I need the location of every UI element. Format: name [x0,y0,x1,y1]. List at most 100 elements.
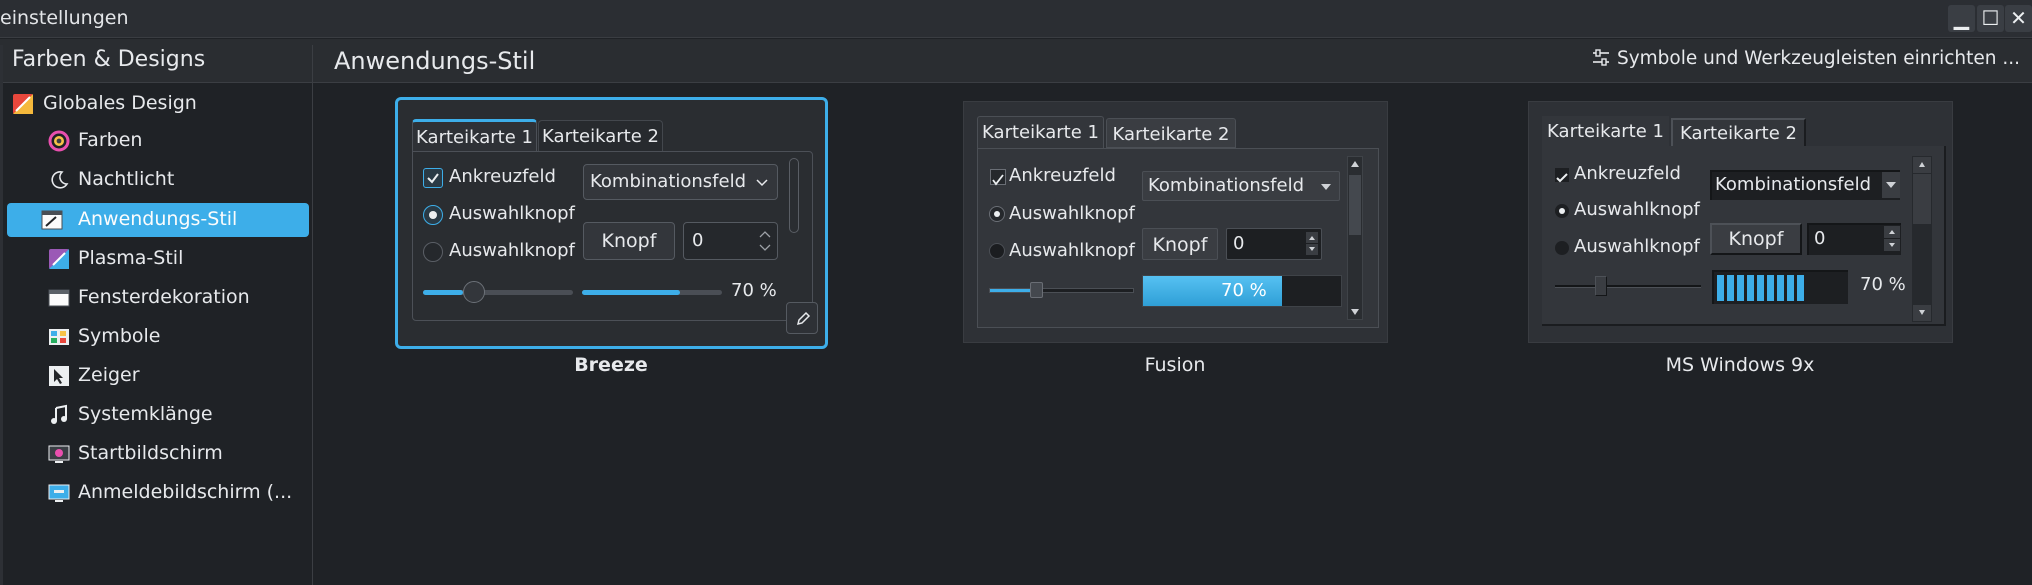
title-bar: einstellungen ▁ ☐ ✕ [0,0,2032,38]
checkbox-label: Ankreuzfeld [449,166,556,187]
sidebar-item-label: Farben [78,129,143,151]
radio-label: Auswahlknopf [1009,203,1135,224]
style-preview-breeze[interactable]: Karteikarte 1 Karteikarte 2 Ankreuzfeld … [395,97,828,349]
sidebar-item-label: Startbildschirm [78,442,223,464]
progress-label: 70 % [1860,274,1906,295]
splash-screen-icon [48,443,70,465]
radio-button-checked[interactable] [423,205,443,225]
checkmark-icon [427,173,439,184]
spin-arrows-icon [1884,226,1900,251]
minimize-button[interactable]: ▁ [1948,5,1975,32]
sidebar-item-label: Globales Design [43,92,197,114]
configure-icons-toolbars-button[interactable]: Symbole und Werkzeugleisten einrichten .… [1591,48,2020,69]
progress-label: 70 % [1221,280,1267,301]
tab-2[interactable]: Karteikarte 2 [1671,118,1806,146]
tab-1[interactable]: Karteikarte 1 [412,119,537,151]
header-bar: Farben & Designs Anwendungs-Stil Symbole… [0,39,2032,83]
configure-button-label: Symbole und Werkzeugleisten einrichten .… [1616,48,2020,69]
checkmark-icon [992,174,1004,186]
sidebar-item-cursor[interactable]: Zeiger [7,359,309,393]
slider[interactable] [989,282,1134,298]
slider-handle[interactable] [1595,276,1607,296]
combo-box-arrow [1882,172,1900,198]
slider-handle[interactable] [463,281,485,303]
combo-box[interactable]: Kombinationsfeld [583,164,778,200]
radio-button[interactable] [1555,241,1569,255]
tab-1[interactable]: Karteikarte 1 [977,116,1104,148]
scrollbar[interactable] [1912,156,1932,322]
sidebar-item-night-light[interactable]: Nachtlicht [7,163,309,197]
spin-box-value: 0 [1814,228,1826,249]
tab-2[interactable]: Karteikarte 2 [538,120,663,152]
sidebar-item-label: Zeiger [78,364,140,386]
push-button[interactable]: Knopf [1142,228,1218,260]
colors-icon [48,130,70,152]
radio-button-checked[interactable] [1555,204,1569,218]
icons-icon [48,326,70,348]
slider-fill [990,289,1030,292]
combo-box[interactable]: Kombinationsfeld [1142,171,1340,201]
progress-segment [1787,275,1794,301]
spin-box-value: 0 [1233,233,1245,254]
edit-style-button[interactable] [786,302,818,334]
style-preview-ms-windows-9x[interactable]: Karteikarte 1 Karteikarte 2 Ankreuzfeld … [1528,101,1953,343]
window-title: einstellungen [0,7,129,29]
scrollbar[interactable] [789,158,799,233]
checkmark-icon [1556,173,1568,183]
checkbox-label: Ankreuzfeld [1574,163,1681,184]
sidebar-item-icons[interactable]: Symbole [7,320,309,354]
spin-box-value: 0 [692,230,704,251]
sidebar-item-label: Plasma-Stil [78,247,184,269]
slider[interactable] [423,281,573,303]
checkbox[interactable] [1555,168,1569,183]
spin-box[interactable]: 0 [683,222,778,260]
night-light-icon [48,169,70,191]
sidebar-item-label: Systemklänge [78,403,213,425]
push-button[interactable]: Knopf [583,222,675,260]
sidebar-item-label: Symbole [78,325,161,347]
spin-box[interactable]: 0 [1807,223,1901,255]
radio-button[interactable] [989,243,1005,259]
progress-segment [1777,275,1784,301]
section-title: Farben & Designs [12,47,206,72]
style-preview-fusion[interactable]: Karteikarte 1 Karteikarte 2 Ankreuzfeld … [963,101,1388,343]
radio-label: Auswahlknopf [1009,240,1135,261]
progress-segment [1797,275,1804,301]
sidebar-item-splash-screen[interactable]: Startbildschirm [7,437,309,471]
radio-button-checked[interactable] [989,206,1005,222]
scrollbar[interactable] [1347,156,1363,320]
checkbox[interactable] [423,168,443,188]
push-button[interactable]: Knopf [1710,223,1802,255]
progress-bar [582,290,722,295]
spin-arrows-icon [1306,232,1318,255]
sidebar-item-window-decoration[interactable]: Fensterdekoration [7,281,309,315]
sidebar-item-application-style[interactable]: Anwendungs-Stil [7,203,309,237]
checkbox[interactable] [990,169,1006,186]
progress-segment [1717,275,1724,301]
sidebar-item-login-screen[interactable]: Anmeldebildschirm (... [7,476,309,510]
tab-1[interactable]: Karteikarte 1 [1542,116,1669,146]
combo-box[interactable]: Kombinationsfeld [1710,170,1900,200]
tab-2[interactable]: Karteikarte 2 [1106,118,1236,148]
sidebar-item-plasma-style[interactable]: Plasma-Stil [7,242,309,276]
sidebar-item-colors[interactable]: Farben [7,124,309,158]
slider[interactable] [1555,276,1701,296]
radio-label: Auswahlknopf [449,203,575,224]
close-button[interactable]: ✕ [2005,5,2032,32]
progress-segment [1737,275,1744,301]
sidebar-item-global-theme[interactable]: Globales Design [7,87,309,121]
combo-box-value: Kombinationsfeld [590,171,747,192]
checkbox-label: Ankreuzfeld [1009,165,1116,186]
sidebar-item-system-sounds[interactable]: Systemklänge [7,398,309,432]
plasma-style-icon [48,248,70,270]
chevron-down-icon [756,179,768,187]
spin-box[interactable]: 0 [1226,228,1322,260]
sidebar-item-label: Anwendungs-Stil [78,208,238,230]
radio-button[interactable] [423,242,443,262]
slider-handle[interactable] [1030,282,1043,298]
scroll-up-icon [1919,162,1925,167]
style-name-fusion: Fusion [1144,354,1206,376]
maximize-button[interactable]: ☐ [1977,5,2004,32]
scroll-up-icon [1351,161,1359,167]
progress-segment [1767,275,1774,301]
